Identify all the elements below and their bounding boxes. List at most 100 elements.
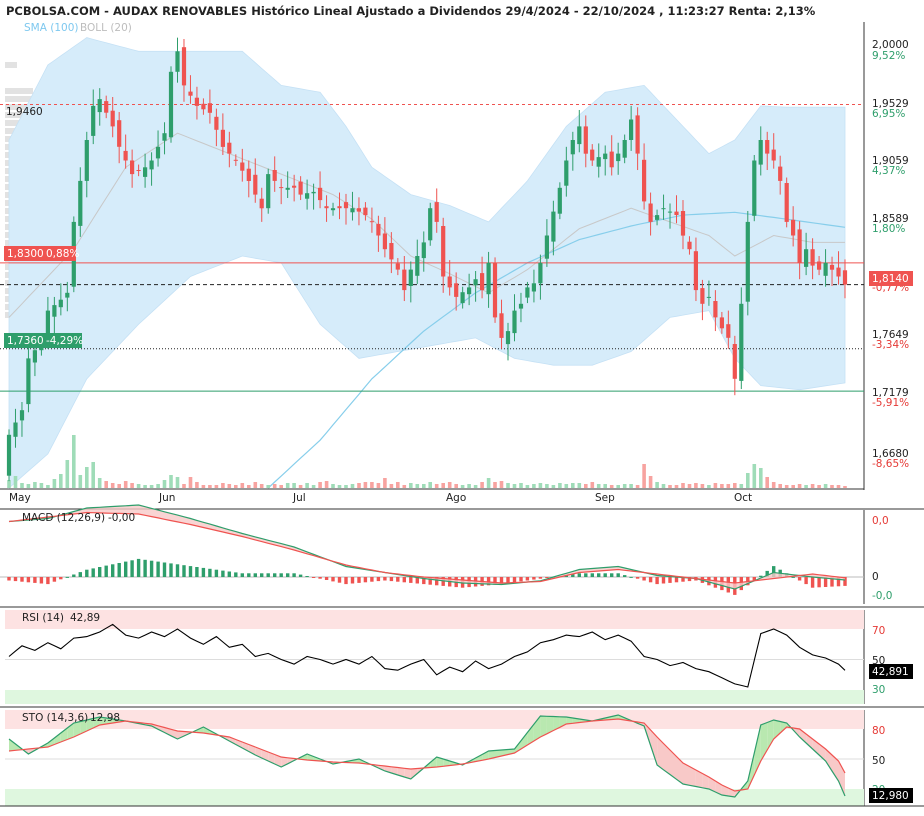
volume-bar (214, 485, 219, 488)
macd-value: -0,00 (108, 512, 135, 524)
volume-bar (733, 483, 737, 488)
candle-body (765, 140, 770, 154)
volume-bar (609, 485, 614, 488)
volume-bar (434, 484, 439, 488)
volume-bar (376, 483, 381, 488)
candle-body (577, 126, 582, 145)
macd-histogram-bar (104, 565, 108, 577)
sto-overbought-zone (5, 710, 864, 729)
macd-histogram-bar (331, 577, 335, 582)
macd-histogram-bar (162, 562, 167, 577)
volume-bar (545, 484, 549, 488)
volume-bar (784, 485, 789, 488)
volume-bar (91, 462, 95, 488)
macd-histogram-bar (156, 561, 160, 577)
volume-bar (266, 485, 270, 488)
candle-body (207, 103, 212, 113)
x-tick-label: May (9, 492, 31, 504)
macd-histogram-bar (169, 563, 173, 577)
macd-histogram-bar (804, 577, 808, 585)
candle-body (648, 203, 653, 222)
rsi-last-label: 42,891 (872, 666, 909, 678)
candle-body (363, 207, 368, 216)
candle-body (467, 287, 472, 295)
volume-bar (720, 484, 724, 488)
pct-tick-label: -3,34% (872, 339, 909, 351)
volume-bar (810, 484, 815, 488)
x-tick-label: Oct (734, 492, 752, 504)
volume-bar (512, 484, 517, 488)
macd-histogram-bar (674, 577, 679, 583)
macd-histogram-bar (538, 577, 543, 579)
volume-bar (499, 481, 504, 488)
macd-histogram-bar (817, 577, 821, 588)
macd-histogram-bar (72, 574, 76, 577)
volume-bar (616, 485, 620, 488)
candle-body (58, 299, 63, 308)
candle-body (311, 191, 316, 194)
volume-bar (532, 484, 536, 488)
volume-bar (759, 468, 763, 488)
macd-histogram-bar (603, 573, 607, 577)
volume-bar (85, 467, 89, 488)
candle-body (214, 116, 219, 130)
macd-histogram-bar (577, 573, 581, 577)
macd-histogram-bar (402, 577, 406, 583)
volume-bar (590, 482, 595, 488)
candle-body (590, 149, 595, 161)
candle-body (745, 221, 750, 302)
candle-body (104, 101, 109, 113)
candle-body (240, 162, 245, 171)
volume-bar (208, 485, 212, 488)
macd-histogram-bar (532, 577, 536, 580)
macd-histogram-bar (810, 577, 815, 588)
candle-body (538, 262, 543, 284)
candle-body (350, 208, 355, 213)
pct-tick-label: -5,91% (872, 397, 909, 409)
volume-bar (169, 475, 173, 488)
macd-histogram-bar (91, 568, 95, 578)
resistance-pct: 0,88% (46, 248, 79, 260)
sto-tick-label: 50 (872, 755, 885, 767)
volume-bar (46, 485, 50, 488)
volume-bar (65, 460, 70, 488)
candle-body (817, 261, 822, 270)
volume-bar (188, 477, 193, 488)
macd-histogram-bar (318, 577, 322, 579)
legend-sma: SMA (100) (24, 22, 78, 34)
legend-boll: BOLL (20) (80, 22, 132, 34)
volume-bar (460, 485, 465, 488)
volume-bar (117, 484, 121, 488)
volume-bar (493, 482, 497, 488)
volume-bar (778, 484, 782, 488)
candle-body (771, 149, 776, 161)
candle-body (279, 187, 284, 189)
candle-body (603, 153, 608, 160)
volume-bar (506, 483, 510, 488)
pct-tick-label: 4,37% (872, 165, 905, 177)
volume-bar (221, 483, 225, 488)
volume-bar (195, 482, 199, 488)
macd-histogram-bar (350, 577, 355, 584)
candle-body (810, 249, 815, 266)
volume-bar (396, 482, 400, 488)
candle-body (531, 283, 536, 292)
volume-bar (422, 484, 426, 488)
macd-histogram-bar (512, 577, 517, 583)
volume-bar (78, 475, 83, 488)
volume-bar (473, 485, 478, 488)
macd-histogram-bar (311, 577, 316, 578)
volume-bar (97, 478, 102, 488)
macd-histogram-bar (260, 573, 264, 577)
candle-body (836, 267, 841, 277)
sto-last-label: 12,980 (872, 790, 909, 802)
volume-bar (415, 484, 420, 488)
volume-bar (797, 484, 802, 488)
macd-label: MACD (12,26,9) (22, 512, 105, 524)
rsi-value: 42,89 (70, 612, 100, 624)
volume-bar (441, 483, 445, 488)
volume-bar (305, 483, 309, 488)
candle-body (13, 422, 18, 437)
candle-body (434, 202, 439, 222)
candle-body (700, 288, 705, 304)
